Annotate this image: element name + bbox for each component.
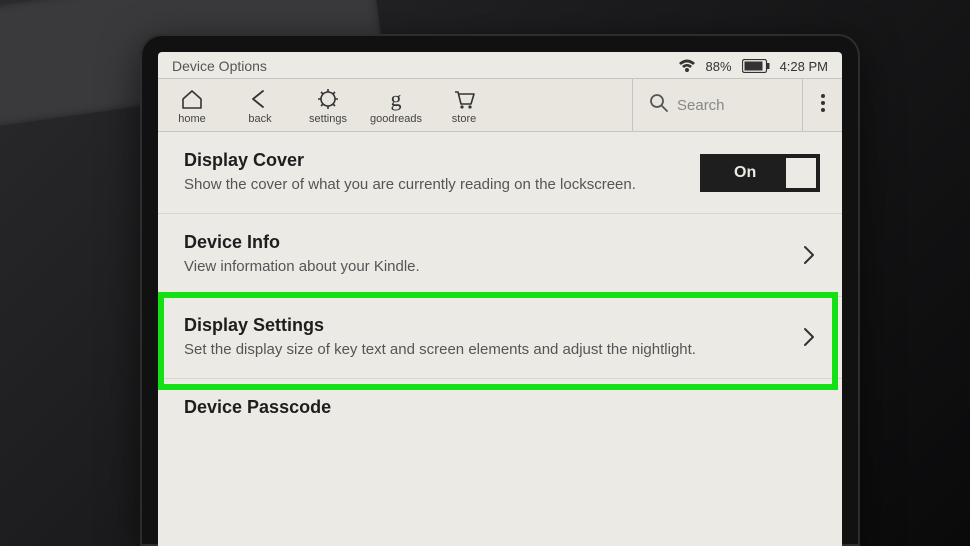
clock: 4:28 PM <box>780 59 828 74</box>
status-bar: Device Options 88% 4:28 PM <box>158 52 842 78</box>
chevron-right-icon <box>798 245 820 265</box>
row-device-info[interactable]: Device Info View information about your … <box>158 214 842 296</box>
row-title: Display Settings <box>184 315 786 336</box>
row-title: Display Cover <box>184 150 688 171</box>
kindle-screen: Device Options 88% 4:28 PM home <box>158 52 842 546</box>
page-title: Device Options <box>172 58 678 74</box>
search-placeholder: Search <box>677 97 725 114</box>
store-button[interactable]: store <box>430 79 498 131</box>
battery-icon <box>742 59 770 73</box>
row-title: Device Passcode <box>184 397 808 418</box>
row-device-passcode[interactable]: Device Passcode <box>158 379 842 452</box>
store-label: store <box>430 113 498 125</box>
status-right: 88% 4:28 PM <box>678 59 828 74</box>
wifi-icon <box>678 59 696 73</box>
kebab-icon <box>820 93 826 118</box>
row-desc: Set the display size of key text and scr… <box>184 340 786 360</box>
goodreads-button[interactable]: g goodreads <box>362 79 430 131</box>
back-label: back <box>226 113 294 125</box>
overflow-menu-button[interactable] <box>802 79 842 131</box>
home-icon <box>158 87 226 111</box>
search-icon <box>649 93 669 118</box>
home-button[interactable]: home <box>158 79 226 131</box>
search-input[interactable]: Search <box>632 79 802 131</box>
store-icon <box>430 87 498 111</box>
kindle-device-frame: Device Options 88% 4:28 PM home <box>140 34 860 546</box>
battery-percent: 88% <box>706 59 732 74</box>
row-display-cover[interactable]: Display Cover Show the cover of what you… <box>158 132 842 214</box>
settings-icon <box>294 87 362 111</box>
goodreads-label: goodreads <box>362 113 430 125</box>
row-desc: Show the cover of what you are currently… <box>184 175 688 195</box>
toolbar: home back settings g goodreads <box>158 78 842 132</box>
home-label: home <box>158 113 226 125</box>
settings-list: Display Cover Show the cover of what you… <box>158 132 842 452</box>
settings-button[interactable]: settings <box>294 79 362 131</box>
settings-label: settings <box>294 113 362 125</box>
back-icon <box>226 87 294 111</box>
display-cover-toggle[interactable]: On <box>700 154 820 192</box>
toggle-label: On <box>734 164 756 182</box>
row-title: Device Info <box>184 232 786 253</box>
goodreads-icon: g <box>362 87 430 111</box>
toggle-knob <box>786 158 816 188</box>
back-button[interactable]: back <box>226 79 294 131</box>
row-desc: View information about your Kindle. <box>184 257 786 277</box>
chevron-right-icon <box>798 327 820 347</box>
row-display-settings[interactable]: Display Settings Set the display size of… <box>158 297 842 379</box>
